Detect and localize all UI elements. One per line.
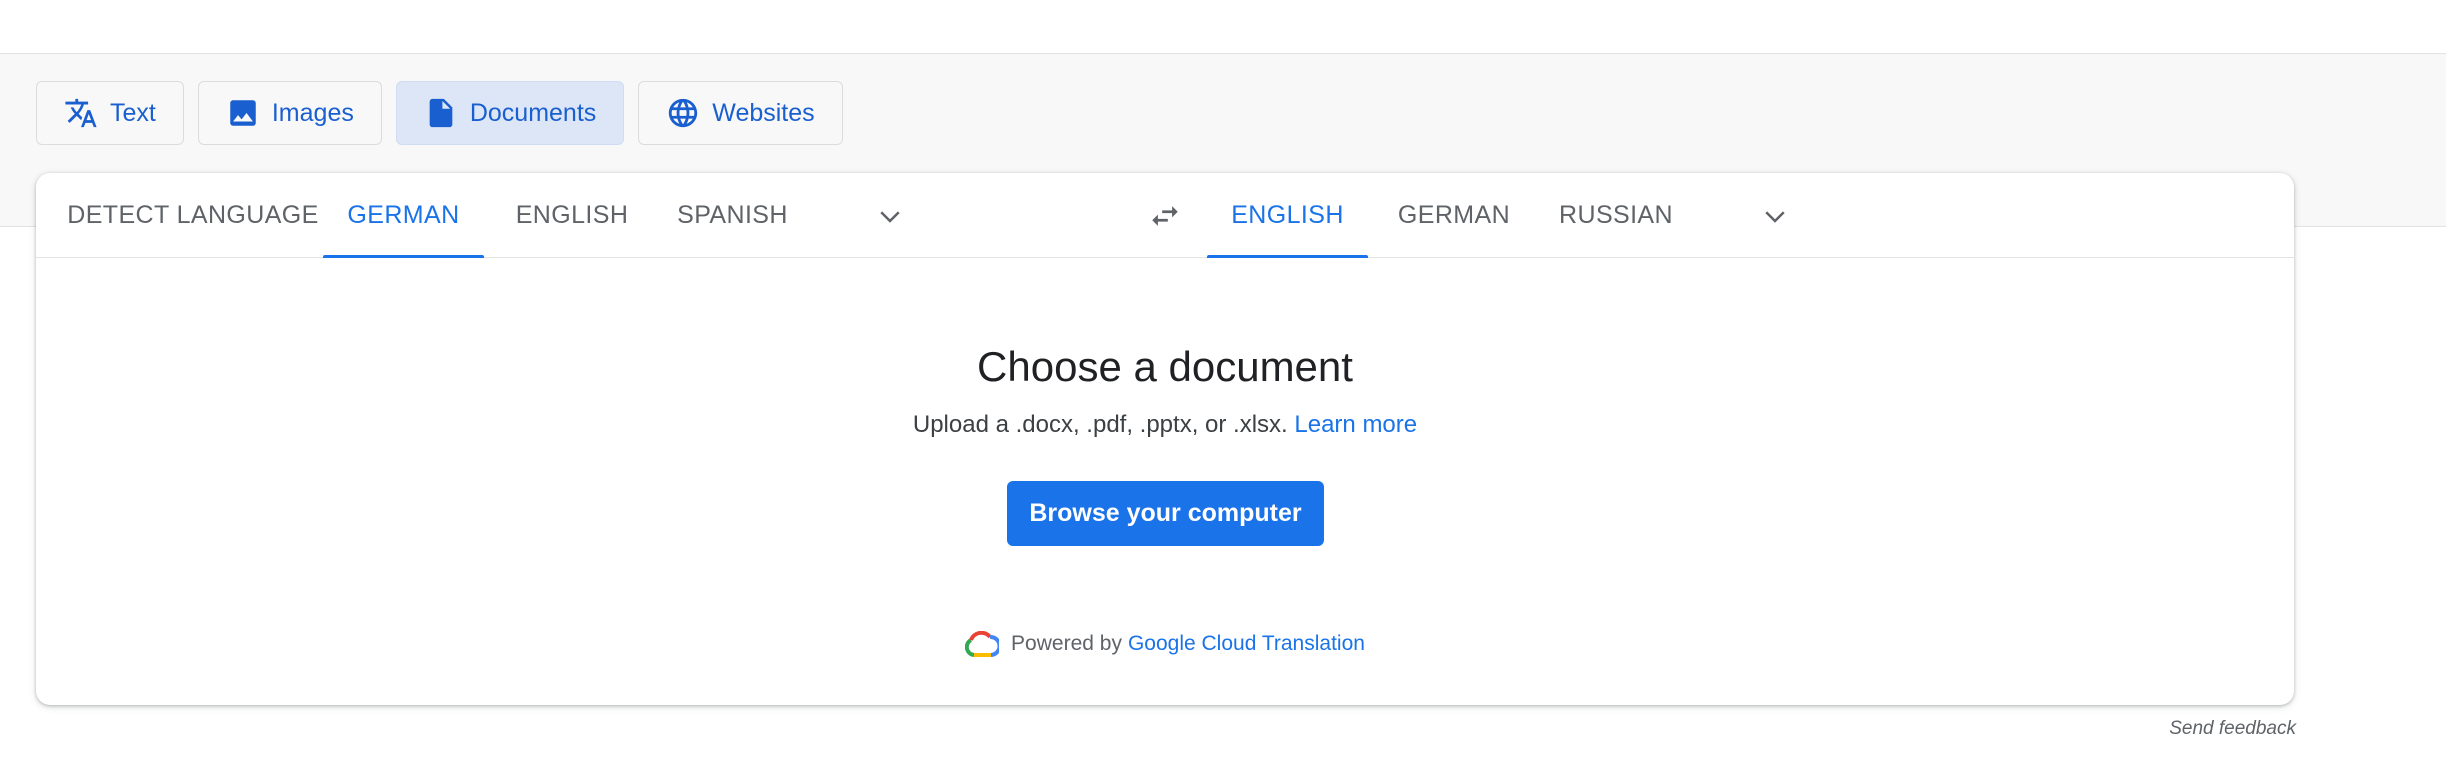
google-cloud-logo-icon xyxy=(965,631,1000,657)
mode-tab-images[interactable]: Images xyxy=(197,81,382,145)
mode-tab-label: Text xyxy=(110,98,156,127)
translation-card: DETECT LANGUAGE GERMAN ENGLISH SPANISH E… xyxy=(36,173,2294,705)
target-lang-german[interactable]: GERMAN xyxy=(1394,173,1514,258)
source-lang-german[interactable]: GERMAN xyxy=(323,173,484,258)
mode-tab-label: Images xyxy=(271,98,354,127)
source-lang-english[interactable]: ENGLISH xyxy=(512,173,632,258)
chevron-down-icon xyxy=(1765,211,1785,223)
mode-tabs: Text Images Documents Websites xyxy=(36,81,843,145)
swap-languages-button[interactable] xyxy=(1142,193,1188,239)
source-lang-spanish[interactable]: SPANISH xyxy=(666,173,799,258)
send-feedback-link[interactable]: Send feedback xyxy=(2060,718,2296,740)
source-more-languages-button[interactable] xyxy=(867,193,913,239)
upload-subtitle: Upload a .docx, .pdf, .pptx, or .xlsx. L… xyxy=(36,411,2294,439)
mode-tab-text[interactable]: Text xyxy=(36,81,184,145)
target-lang-english[interactable]: ENGLISH xyxy=(1207,173,1368,258)
target-more-languages-button[interactable] xyxy=(1752,193,1798,239)
google-cloud-translation-link[interactable]: Google Cloud Translation xyxy=(1128,632,1365,656)
powered-by: Powered by Google Cloud Translation xyxy=(36,631,2294,657)
mode-tab-websites[interactable]: Websites xyxy=(638,81,843,145)
top-bar xyxy=(0,0,2446,54)
mode-tab-label: Documents xyxy=(469,98,597,127)
globe-icon xyxy=(666,96,700,130)
language-bar: DETECT LANGUAGE GERMAN ENGLISH SPANISH E… xyxy=(36,173,2294,258)
upload-title: Choose a document xyxy=(977,343,1353,390)
learn-more-link[interactable]: Learn more xyxy=(1294,411,1417,438)
browse-computer-button[interactable]: Browse your computer xyxy=(1007,481,1324,546)
powered-by-text: Powered by xyxy=(1011,632,1122,655)
document-icon xyxy=(424,96,458,130)
target-lang-russian[interactable]: RUSSIAN xyxy=(1550,173,1682,258)
source-lang-detect[interactable]: DETECT LANGUAGE xyxy=(64,173,322,258)
swap-icon xyxy=(1152,206,1178,226)
chevron-down-icon xyxy=(880,211,900,223)
mode-tab-documents[interactable]: Documents xyxy=(395,81,625,145)
image-icon xyxy=(226,96,260,130)
supported-formats-text: Upload a .docx, .pdf, .pptx, or .xlsx. xyxy=(912,411,1288,438)
translate-icon xyxy=(64,96,98,130)
mode-tab-label: Websites xyxy=(712,98,815,127)
